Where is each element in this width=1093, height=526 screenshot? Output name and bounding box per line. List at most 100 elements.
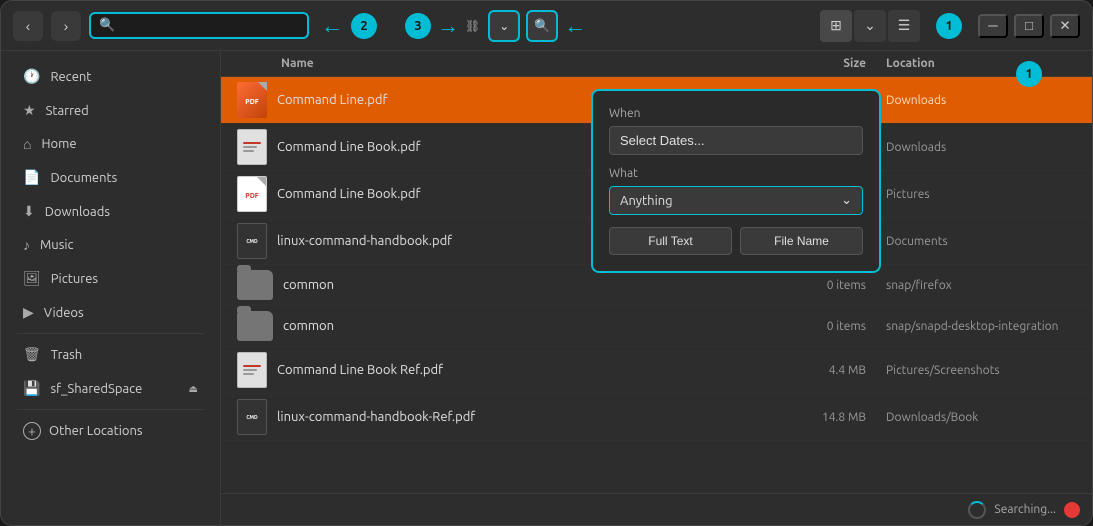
file-icon-folder [237,270,273,300]
sidebar-label-pictures: Pictures [51,272,98,286]
file-location: Pictures [876,188,1076,201]
file-icon-folder [237,311,273,341]
popup-anything-dropdown[interactable]: Anything ⌄ [609,186,863,215]
sidebar-item-music[interactable]: ♪ Music [7,229,214,261]
search-box-container: 🔍 Co [89,12,309,39]
downloads-icon: ⬇ [23,203,35,220]
file-location: Downloads/Book [876,411,1076,424]
popup-what-label: What [609,167,863,180]
annotation-1-area: 1 [1016,61,1042,87]
popup-select-dates-button[interactable]: Select Dates... [609,126,863,155]
other-locations-icon: + [23,422,41,440]
col-location-header: Location [876,57,1076,70]
link-chain-icon: ⛓ [465,19,480,33]
popup-anything-label: Anything [620,194,673,208]
file-location: snap/snapd-desktop-integration [876,320,1076,333]
documents-icon: 📄 [23,169,40,186]
annotation-arrow-2: ← [321,13,343,39]
file-icon-pdf: PDF [237,176,267,212]
search-icon: 🔍 [99,18,115,33]
table-row[interactable]: CMD linux-command-handbook-Ref.pdf 14.8 … [221,394,1092,441]
table-row[interactable]: Command Line Book Ref.pdf 4.4 MB Picture… [221,347,1092,394]
annotation-arrow-1-left: ← [564,13,586,39]
file-location: Downloads [876,94,1076,107]
file-icon-book [237,352,267,388]
sidebar-label-trash: Trash [51,348,82,362]
window: ‹ › 🔍 Co ← 2 3 → ⛓ ⌄ 🔍 ← ⊞ ⌄ ☰ 1 ─ [0,0,1093,526]
minimize-button[interactable]: ─ [978,14,1008,38]
sidebar-divider-2 [17,409,204,410]
file-location: Downloads [876,141,1076,154]
annotation-badge-3: 3 [405,13,431,39]
forward-button[interactable]: › [51,11,81,41]
maximize-button[interactable]: □ [1014,14,1044,38]
sidebar-label-videos: Videos [44,306,84,320]
sidebar-label-starred: Starred [46,104,89,118]
sidebar-item-trash[interactable]: 🗑 Trash [7,338,214,371]
sidebar: 🕐 Recent ★ Starred ⌂ Home 📄 Documents ⬇ … [1,51,221,525]
view-more-button[interactable]: ⌄ [854,10,886,42]
annotation-arrow-3-right: → [437,13,459,39]
sf-shared-icon: 💾 [23,380,40,397]
file-name: Command Line Book Ref.pdf [277,363,796,377]
sidebar-item-starred[interactable]: ★ Starred [7,94,214,127]
sidebar-item-other-locations[interactable]: + Other Locations [7,414,214,448]
file-icon-linux-book: CMD [237,223,267,259]
recent-icon: 🕐 [23,68,40,85]
pictures-icon: 🖼 [23,270,41,287]
main-layout: 🕐 Recent ★ Starred ⌂ Home 📄 Documents ⬇ … [1,51,1092,525]
sidebar-label-documents: Documents [50,171,117,185]
sidebar-item-home[interactable]: ⌂ Home [7,128,214,160]
sidebar-label-sf-shared: sf_SharedSpace [50,382,142,396]
sidebar-label-music: Music [40,238,74,252]
file-location: snap/firefox [876,279,1076,292]
file-name-cell: common [237,270,796,300]
sidebar-label-downloads: Downloads [45,205,110,219]
list-view-button[interactable]: ☰ [888,10,920,42]
videos-icon: ▶ [23,304,34,321]
sidebar-label-home: Home [41,137,76,151]
home-icon: ⌂ [23,136,31,152]
grid-view-button[interactable]: ⊞ [820,10,852,42]
file-name: common [283,319,796,333]
table-row[interactable]: common 0 items snap/snapd-desktop-integr… [221,306,1092,347]
sidebar-item-pictures[interactable]: 🖼 Pictures [7,262,214,295]
file-icon-book [237,129,267,165]
sidebar-item-documents[interactable]: 📄 Documents [7,161,214,194]
column-headers: Name Size Location [221,51,1092,77]
window-controls: ─ □ ✕ [978,14,1080,38]
sidebar-item-downloads[interactable]: ⬇ Downloads [7,195,214,228]
file-name-cell: Command Line Book Ref.pdf [237,352,796,388]
search-toggle-button[interactable]: 🔍 [526,10,558,42]
file-size: 14.8 MB [796,411,876,424]
file-icon-linux-book: CMD [237,399,267,435]
search-filter-dropdown-button[interactable]: ⌄ [488,10,520,42]
popup-file-name-button[interactable]: File Name [740,227,863,255]
popup-search-buttons: Full Text File Name [609,227,863,255]
file-icon-pdf-orange: PDF [237,82,267,118]
popup-full-text-button[interactable]: Full Text [609,227,732,255]
col-size-header: Size [796,57,876,70]
annotation-badge-2: 2 [351,13,377,39]
stop-search-button[interactable] [1064,502,1080,518]
sidebar-item-sf-shared[interactable]: 💾 sf_SharedSpace ⏏ [7,372,214,405]
sidebar-label-recent: Recent [50,70,91,84]
sidebar-item-videos[interactable]: ▶ Videos [7,296,214,329]
file-size: 0 items [796,279,876,292]
content-area: Name Size Location PDF Command Line.pdf … [221,51,1092,525]
sidebar-item-recent[interactable]: 🕐 Recent [7,60,214,93]
titlebar-center-controls: 3 → ⛓ ⌄ 🔍 ← [405,10,586,42]
file-name: linux-command-handbook-Ref.pdf [277,410,796,424]
search-filter-popup: When Select Dates... What Anything ⌄ Ful… [591,89,881,273]
popup-when-label: When [609,107,863,120]
annotation-badge-1-right: 1 [1016,61,1042,87]
searching-label: Searching... [994,503,1056,516]
search-input[interactable]: Co [121,18,281,33]
searching-spinner [968,501,986,519]
back-button[interactable]: ‹ [13,11,43,41]
annotation-badge-1: 1 [936,13,962,39]
close-button[interactable]: ✕ [1050,14,1080,38]
sidebar-label-other-locations: Other Locations [49,424,143,438]
eject-icon: ⏏ [189,383,198,395]
file-name-cell: CMD linux-command-handbook-Ref.pdf [237,399,796,435]
